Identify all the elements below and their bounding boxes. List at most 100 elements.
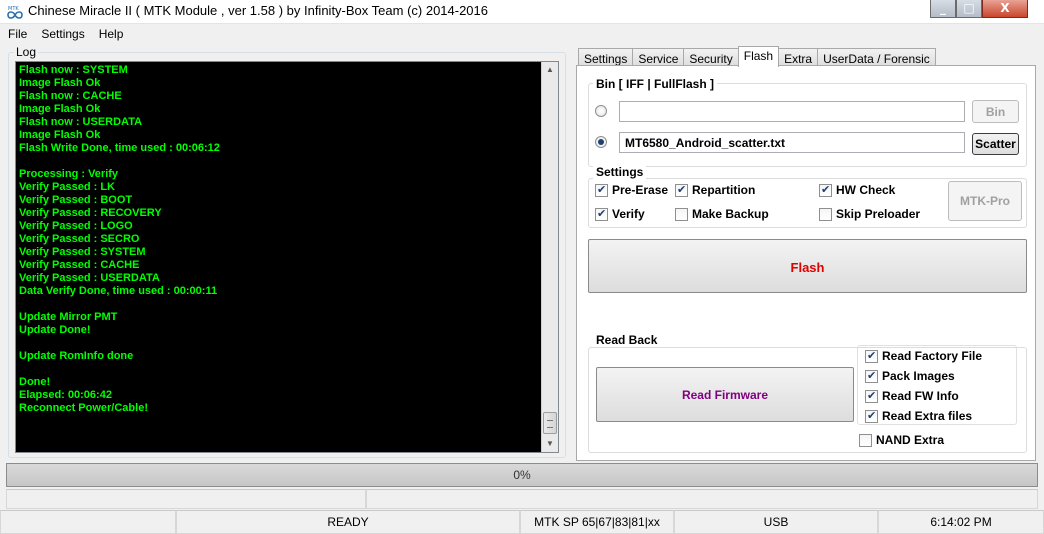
verify-label: Verify (612, 207, 645, 221)
minimize-icon: _ (940, 1, 946, 15)
log-line: Update Mirror PMT (19, 311, 118, 323)
checkbox-icon (675, 207, 688, 221)
menu-help[interactable]: Help (91, 25, 130, 44)
checkbox-icon (859, 433, 872, 447)
make-backup-label: Make Backup (692, 207, 769, 221)
status-cell-blank (0, 510, 176, 534)
log-line: Image Flash Ok (19, 103, 101, 115)
log-line: Done! (19, 376, 51, 388)
read-factory-file-label: Read Factory File (882, 349, 983, 363)
status-ready: READY (176, 510, 520, 534)
status-cell-empty-2 (366, 489, 1038, 509)
menu-file[interactable]: File (0, 25, 33, 44)
log-line: Image Flash Ok (19, 77, 101, 89)
repartition-checkbox[interactable]: Repartition (675, 183, 755, 197)
bin-group-title: Bin [ IFF | FullFlash ] (593, 77, 718, 91)
app-window: MTK Chinese Miracle II ( MTK Module , ve… (0, 0, 1044, 534)
log-line: Flash Write Done, time used : 00:06:12 (19, 142, 220, 154)
read-firmware-button[interactable]: Read Firmware (596, 367, 854, 422)
nand-extra-label: NAND Extra (876, 433, 945, 447)
hw-check-checkbox[interactable]: HW Check (819, 183, 895, 197)
log-line: Verify Passed : LK (19, 181, 115, 193)
scroll-up-icon[interactable]: ▲ (542, 62, 558, 78)
checkbox-icon (865, 389, 878, 403)
log-output[interactable]: Flash now : SYSTEM Image Flash Ok Flash no… (15, 61, 559, 453)
read-extra-files-checkbox[interactable]: Read Extra files (865, 409, 972, 423)
pre-erase-label: Pre-Erase (612, 183, 669, 197)
log-line: Flash now : USERDATA (19, 116, 143, 128)
checkbox-icon (819, 183, 832, 197)
read-fw-info-checkbox[interactable]: Read FW Info (865, 389, 959, 403)
make-backup-checkbox[interactable]: Make Backup (675, 207, 769, 221)
menu-settings[interactable]: Settings (33, 25, 90, 44)
progress-bar: 0% (6, 463, 1038, 487)
read-fw-info-label: Read FW Info (882, 389, 959, 403)
tab-strip: Settings Service Security Flash Extra Us… (578, 46, 936, 67)
status-model: MTK SP 65|67|83|81|xx (520, 510, 674, 534)
log-line: Verify Passed : SYSTEM (19, 246, 146, 258)
scatter-file-field[interactable]: MT6580_Android_scatter.txt (619, 132, 965, 153)
tab-flash[interactable]: Flash (737, 46, 780, 67)
log-line: Verify Passed : CACHE (19, 259, 140, 271)
hw-check-label: HW Check (836, 183, 896, 197)
log-line: Elapsed: 00:06:42 (19, 389, 112, 401)
checkbox-icon (865, 369, 878, 383)
log-scrollbar[interactable]: ▲ ▼ (541, 62, 558, 452)
status-time: 6:14:02 PM (878, 510, 1044, 534)
menu-bar: File Settings Help (0, 25, 1044, 44)
checkbox-icon (595, 183, 608, 197)
app-logo-icon: MTK (7, 6, 23, 19)
minimize-button[interactable]: _ (930, 0, 956, 18)
log-line: Data Verify Done, time used : 00:00:11 (19, 285, 218, 297)
mtk-pro-button[interactable]: MTK-Pro (948, 181, 1022, 221)
log-line: Flash now : SYSTEM (19, 64, 128, 76)
title-bar: MTK Chinese Miracle II ( MTK Module , ve… (0, 0, 1044, 24)
verify-checkbox[interactable]: Verify (595, 207, 645, 221)
log-line: Verify Passed : RECOVERY (19, 207, 162, 219)
status-port: USB (674, 510, 878, 534)
bin-group (588, 83, 1027, 167)
close-button[interactable]: X (982, 0, 1028, 18)
skip-preloader-checkbox[interactable]: Skip Preloader (819, 207, 920, 221)
svg-text:MTK: MTK (8, 6, 19, 12)
checkbox-icon (675, 183, 688, 197)
radio-scatter-file[interactable] (595, 136, 607, 148)
log-line: Reconnect Power/Cable! (19, 402, 148, 414)
status-bar: READY MTK SP 65|67|83|81|xx USB 6:14:02 … (0, 510, 1044, 534)
log-line: Image Flash Ok (19, 129, 101, 141)
log-line: Update RomInfo done (19, 350, 134, 362)
log-label: Log (14, 45, 39, 59)
settings-group-title: Settings (593, 165, 647, 179)
progress-text: 0% (513, 468, 531, 482)
pack-images-checkbox[interactable]: Pack Images (865, 369, 955, 383)
checkbox-icon (865, 409, 878, 423)
flash-tab-panel: Bin [ IFF | FullFlash ] Bin MT6580_Andro… (576, 65, 1036, 461)
pre-erase-checkbox[interactable]: Pre-Erase (595, 183, 668, 197)
flash-button[interactable]: Flash (588, 239, 1027, 293)
read-extra-files-label: Read Extra files (882, 409, 973, 423)
maximize-button[interactable]: □ (956, 0, 982, 18)
read-factory-file-checkbox[interactable]: Read Factory File (865, 349, 982, 363)
checkbox-icon (819, 207, 832, 221)
log-line: Flash now : CACHE (19, 90, 122, 102)
scroll-thumb[interactable] (543, 412, 557, 434)
checkbox-icon (865, 349, 878, 363)
window-title: Chinese Miracle II ( MTK Module , ver 1.… (28, 3, 489, 18)
scatter-button[interactable]: Scatter (972, 133, 1019, 155)
bin-file-field[interactable] (619, 101, 965, 122)
nand-extra-checkbox[interactable]: NAND Extra (859, 433, 944, 447)
radio-bin-file[interactable] (595, 105, 607, 117)
log-lines: Flash now : SYSTEM Image Flash Ok Flash no… (19, 64, 538, 450)
checkbox-icon (595, 207, 608, 221)
status-bar-upper (6, 489, 1038, 509)
read-back-group-title: Read Back (593, 333, 661, 347)
bin-button[interactable]: Bin (972, 100, 1019, 123)
scroll-down-icon[interactable]: ▼ (542, 436, 558, 452)
log-line: Processing : Verify (19, 168, 119, 180)
repartition-label: Repartition (692, 183, 756, 197)
log-line: Verify Passed : BOOT (19, 194, 133, 206)
skip-preloader-label: Skip Preloader (836, 207, 921, 221)
